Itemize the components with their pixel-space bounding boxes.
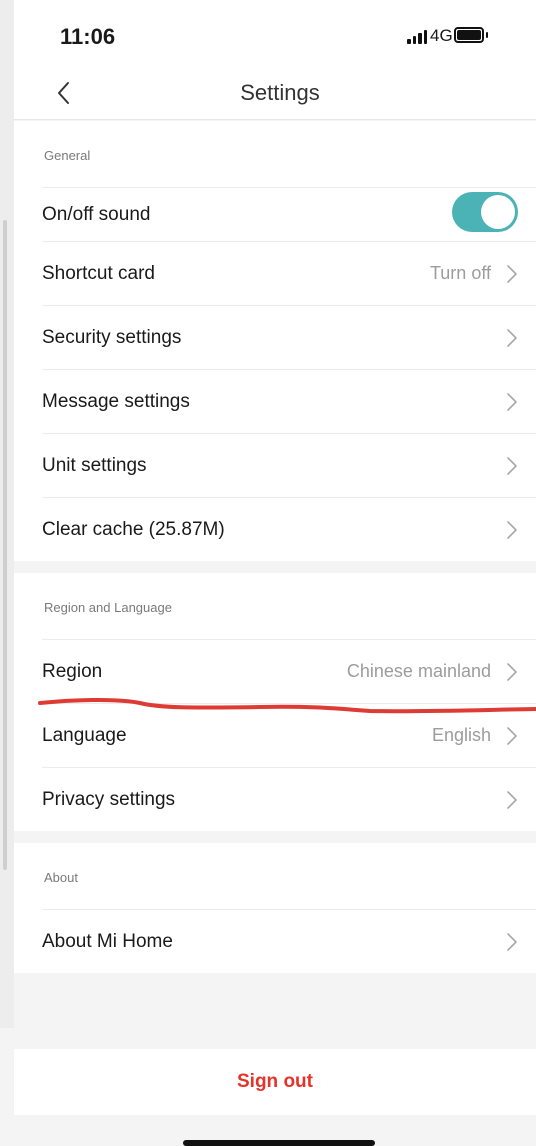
toggle-knob: [481, 195, 515, 229]
setting-row-unit[interactable]: Unit settings: [42, 433, 536, 497]
setting-row-language[interactable]: Language English: [42, 703, 536, 767]
battery-icon: [454, 27, 484, 43]
setting-row-sound: On/off sound: [42, 187, 536, 241]
row-label: Unit settings: [42, 454, 147, 476]
setting-row-region[interactable]: Region Chinese mainland: [42, 639, 536, 703]
row-label: Clear cache (25.87M): [42, 518, 225, 540]
page-title: Settings: [240, 80, 320, 105]
battery-tip: [486, 32, 488, 38]
section-header-about: About: [44, 870, 78, 885]
chevron-right-icon: [507, 393, 517, 411]
home-indicator[interactable]: [183, 1140, 375, 1146]
section-region-language: Region and Language Region Chinese mainl…: [14, 573, 536, 831]
chevron-right-icon: [507, 329, 517, 347]
sign-out-label: Sign out: [237, 1071, 313, 1092]
row-label: Security settings: [42, 326, 182, 348]
chevron-right-icon: [507, 663, 517, 681]
network-type: 4G: [430, 26, 453, 45]
chevron-right-icon: [507, 791, 517, 809]
chevron-right-icon: [507, 727, 517, 745]
setting-row-privacy[interactable]: Privacy settings: [42, 767, 536, 831]
cellular-signal-icon: [407, 30, 427, 44]
sound-toggle[interactable]: [452, 192, 518, 232]
chevron-right-icon: [507, 457, 517, 475]
status-time: 11:06: [60, 24, 116, 49]
row-label: On/off sound: [42, 203, 151, 225]
row-label: Shortcut card: [42, 262, 155, 284]
sign-out-button[interactable]: Sign out: [14, 1049, 536, 1115]
section-about: About About Mi Home: [14, 843, 536, 973]
row-label: Language: [42, 724, 127, 746]
setting-row-security[interactable]: Security settings: [42, 305, 536, 369]
row-label: About Mi Home: [42, 930, 173, 952]
chevron-right-icon: [507, 265, 517, 283]
chevron-right-icon: [507, 933, 517, 951]
row-value: Chinese mainland: [346, 661, 491, 681]
setting-row-about-mi-home[interactable]: About Mi Home: [42, 909, 536, 973]
navigation-bar: Settings: [14, 74, 536, 120]
row-value: English: [431, 725, 491, 745]
section-header-general: General: [44, 148, 91, 163]
scrollbar[interactable]: [3, 220, 7, 870]
chevron-right-icon: [507, 521, 517, 539]
section-header-region: Region and Language: [44, 600, 172, 615]
row-label: Privacy settings: [42, 788, 176, 810]
section-general: General On/off sound Shortcut card Turn …: [14, 121, 536, 561]
row-value: Turn off: [429, 263, 491, 283]
row-label: Region: [42, 660, 103, 682]
row-label: Message settings: [42, 390, 190, 412]
setting-row-message[interactable]: Message settings: [42, 369, 536, 433]
battery-fill: [457, 30, 481, 40]
setting-row-shortcut-card[interactable]: Shortcut card Turn off: [42, 241, 536, 305]
setting-row-clear-cache[interactable]: Clear cache (25.87M): [42, 497, 536, 561]
